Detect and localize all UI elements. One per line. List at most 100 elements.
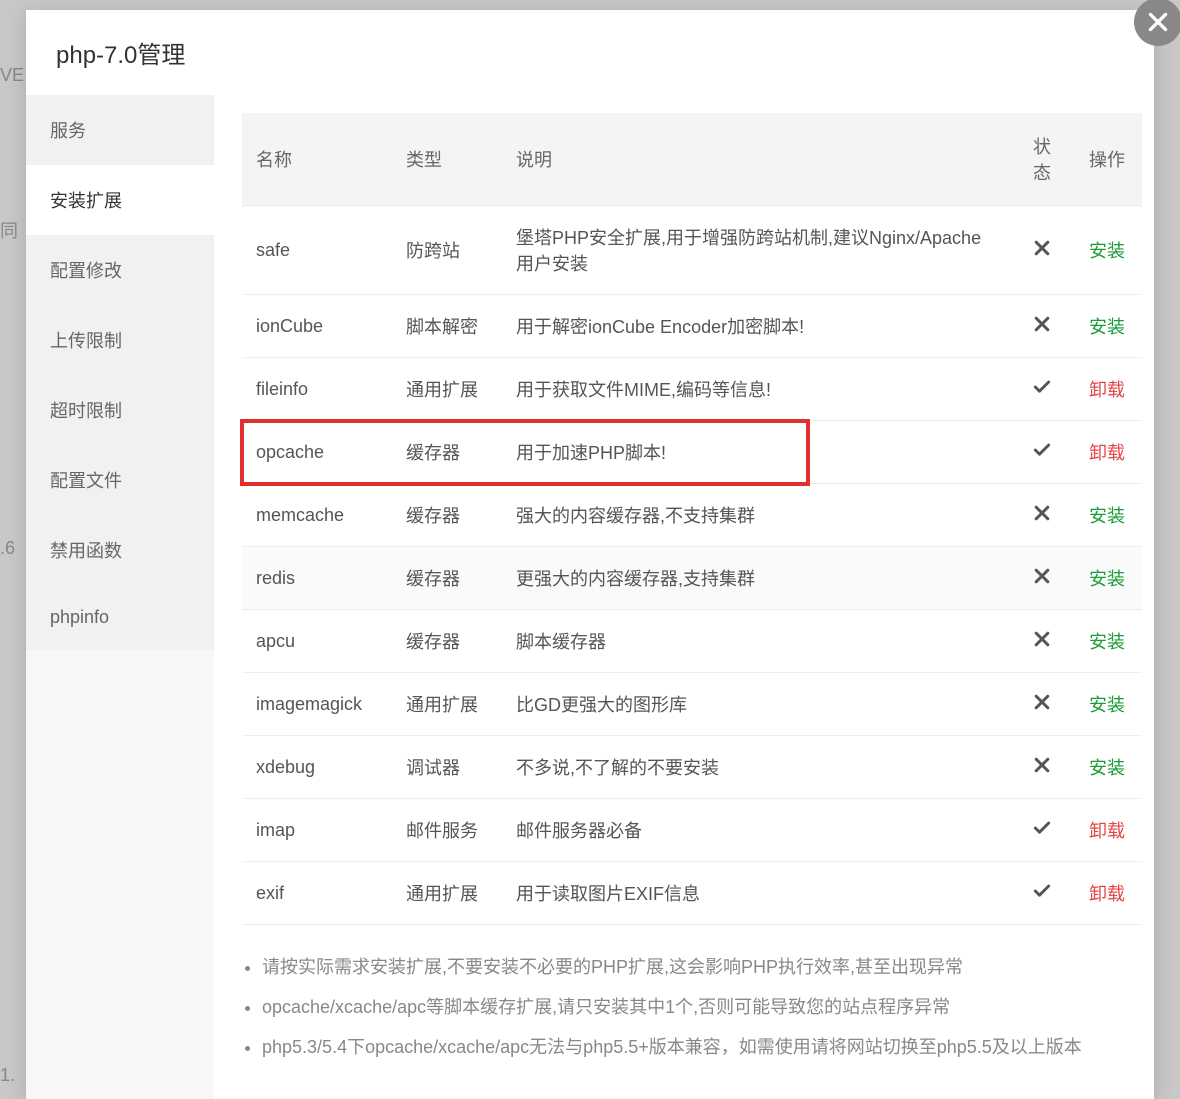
cell-type: 通用扩展 [392, 358, 502, 421]
install-link[interactable]: 安装 [1089, 241, 1125, 261]
cell-status [1012, 736, 1072, 799]
table-row: imagemagick通用扩展比GD更强大的图形库安装 [242, 673, 1142, 736]
content-panel: 名称 类型 说明 状态 操作 safe防跨站堡塔PHP安全扩展,用于增强防跨站机… [214, 95, 1154, 1099]
cell-action: 安装 [1072, 206, 1142, 295]
cell-status [1012, 295, 1072, 358]
cell-type: 防跨站 [392, 206, 502, 295]
sidebar-item-3[interactable]: 上传限制 [26, 305, 214, 375]
th-action: 操作 [1072, 113, 1142, 206]
note-item: opcache/xcache/apc等脚本缓存扩展,请只安装其中1个,否则可能导… [262, 989, 1142, 1025]
cell-status [1012, 862, 1072, 925]
cell-desc: 更强大的内容缓存器,支持集群 [502, 547, 1012, 610]
sidebar-item-7[interactable]: phpinfo [26, 585, 214, 650]
uninstall-link[interactable]: 卸载 [1089, 443, 1125, 463]
cell-desc: 用于解密ionCube Encoder加密脚本! [502, 295, 1012, 358]
cell-action: 卸载 [1072, 862, 1142, 925]
cell-desc: 用于加速PHP脚本! [502, 421, 1012, 484]
bg-fragment: VE [0, 65, 24, 86]
cell-action: 卸载 [1072, 358, 1142, 421]
install-link[interactable]: 安装 [1089, 758, 1125, 778]
cell-desc: 邮件服务器必备 [502, 799, 1012, 862]
note-item: 请按实际需求安装扩展,不要安装不必要的PHP扩展,这会影响PHP执行效率,甚至出… [262, 949, 1142, 985]
cell-desc: 不多说,不了解的不要安装 [502, 736, 1012, 799]
cell-name: imap [242, 799, 392, 862]
cell-type: 调试器 [392, 736, 502, 799]
cell-status [1012, 206, 1072, 295]
sidebar-item-1[interactable]: 安装扩展 [26, 165, 214, 235]
cell-name: apcu [242, 610, 392, 673]
cell-action: 卸载 [1072, 421, 1142, 484]
cell-action: 安装 [1072, 673, 1142, 736]
cell-desc: 用于获取文件MIME,编码等信息! [502, 358, 1012, 421]
cell-type: 缓存器 [392, 610, 502, 673]
cell-name: redis [242, 547, 392, 610]
cell-name: exif [242, 862, 392, 925]
table-row: opcache缓存器用于加速PHP脚本! 卸载 [242, 421, 1142, 484]
table-row: fileinfo通用扩展用于获取文件MIME,编码等信息! 卸载 [242, 358, 1142, 421]
install-link[interactable]: 安装 [1089, 569, 1125, 589]
cross-icon [1032, 238, 1052, 263]
uninstall-link[interactable]: 卸载 [1089, 884, 1125, 904]
install-link[interactable]: 安装 [1089, 695, 1125, 715]
cell-desc: 脚本缓存器 [502, 610, 1012, 673]
cross-icon [1032, 692, 1052, 717]
notes-list: 请按实际需求安装扩展,不要安装不必要的PHP扩展,这会影响PHP执行效率,甚至出… [242, 949, 1142, 1065]
cell-status [1012, 799, 1072, 862]
sidebar-item-0[interactable]: 服务 [26, 95, 214, 165]
cross-icon [1032, 755, 1052, 780]
cross-icon [1032, 629, 1052, 654]
cell-action: 安装 [1072, 736, 1142, 799]
cell-action: 安装 [1072, 295, 1142, 358]
th-name: 名称 [242, 113, 392, 206]
table-row: ionCube脚本解密用于解密ionCube Encoder加密脚本!安装 [242, 295, 1142, 358]
cell-type: 邮件服务 [392, 799, 502, 862]
table-row: exif通用扩展用于读取图片EXIF信息 卸载 [242, 862, 1142, 925]
sidebar-item-5[interactable]: 配置文件 [26, 445, 214, 515]
check-icon [1032, 881, 1052, 906]
table-row: xdebug调试器不多说,不了解的不要安装 安装 [242, 736, 1142, 799]
cell-status [1012, 547, 1072, 610]
table-row: apcu缓存器脚本缓存器 安装 [242, 610, 1142, 673]
install-link[interactable]: 安装 [1089, 317, 1125, 337]
cell-type: 缓存器 [392, 421, 502, 484]
sidebar-item-2[interactable]: 配置修改 [26, 235, 214, 305]
cell-type: 通用扩展 [392, 862, 502, 925]
bg-fragment: 同 [0, 217, 18, 243]
table-row: safe防跨站堡塔PHP安全扩展,用于增强防跨站机制,建议Nginx/Apach… [242, 206, 1142, 295]
cell-name: fileinfo [242, 358, 392, 421]
install-link[interactable]: 安装 [1089, 506, 1125, 526]
cross-icon [1032, 314, 1052, 339]
table-row: redis缓存器更强大的内容缓存器,支持集群安装 [242, 547, 1142, 610]
cell-action: 卸载 [1072, 799, 1142, 862]
cell-name: safe [242, 206, 392, 295]
cell-name: xdebug [242, 736, 392, 799]
cell-status [1012, 673, 1072, 736]
bg-fragment: 1. [0, 1065, 15, 1086]
cross-icon [1032, 566, 1052, 591]
cross-icon [1032, 503, 1052, 528]
cell-name: ionCube [242, 295, 392, 358]
cell-name: opcache [242, 421, 392, 484]
cell-desc: 强大的内容缓存器,不支持集群 [502, 484, 1012, 547]
cell-desc: 用于读取图片EXIF信息 [502, 862, 1012, 925]
uninstall-link[interactable]: 卸载 [1089, 821, 1125, 841]
cell-status [1012, 358, 1072, 421]
note-item: php5.3/5.4下opcache/xcache/apc无法与php5.5+版… [262, 1029, 1142, 1065]
modal-title: php-7.0管理 [26, 10, 1154, 95]
cell-desc: 堡塔PHP安全扩展,用于增强防跨站机制,建议Nginx/Apache用户安装 [502, 206, 1012, 295]
sidebar-item-4[interactable]: 超时限制 [26, 375, 214, 445]
sidebar-item-6[interactable]: 禁用函数 [26, 515, 214, 585]
th-type: 类型 [392, 113, 502, 206]
cell-name: imagemagick [242, 673, 392, 736]
php-manage-modal: php-7.0管理 服务安装扩展配置修改上传限制超时限制配置文件禁用函数phpi… [26, 10, 1154, 1099]
th-status: 状态 [1012, 113, 1072, 206]
extensions-table: 名称 类型 说明 状态 操作 safe防跨站堡塔PHP安全扩展,用于增强防跨站机… [242, 113, 1142, 925]
uninstall-link[interactable]: 卸载 [1089, 380, 1125, 400]
check-icon [1032, 377, 1052, 402]
close-button[interactable] [1134, 0, 1180, 46]
install-link[interactable]: 安装 [1089, 632, 1125, 652]
cell-status [1012, 421, 1072, 484]
cell-desc: 比GD更强大的图形库 [502, 673, 1012, 736]
cell-action: 安装 [1072, 484, 1142, 547]
bg-fragment: .6 [0, 538, 15, 559]
